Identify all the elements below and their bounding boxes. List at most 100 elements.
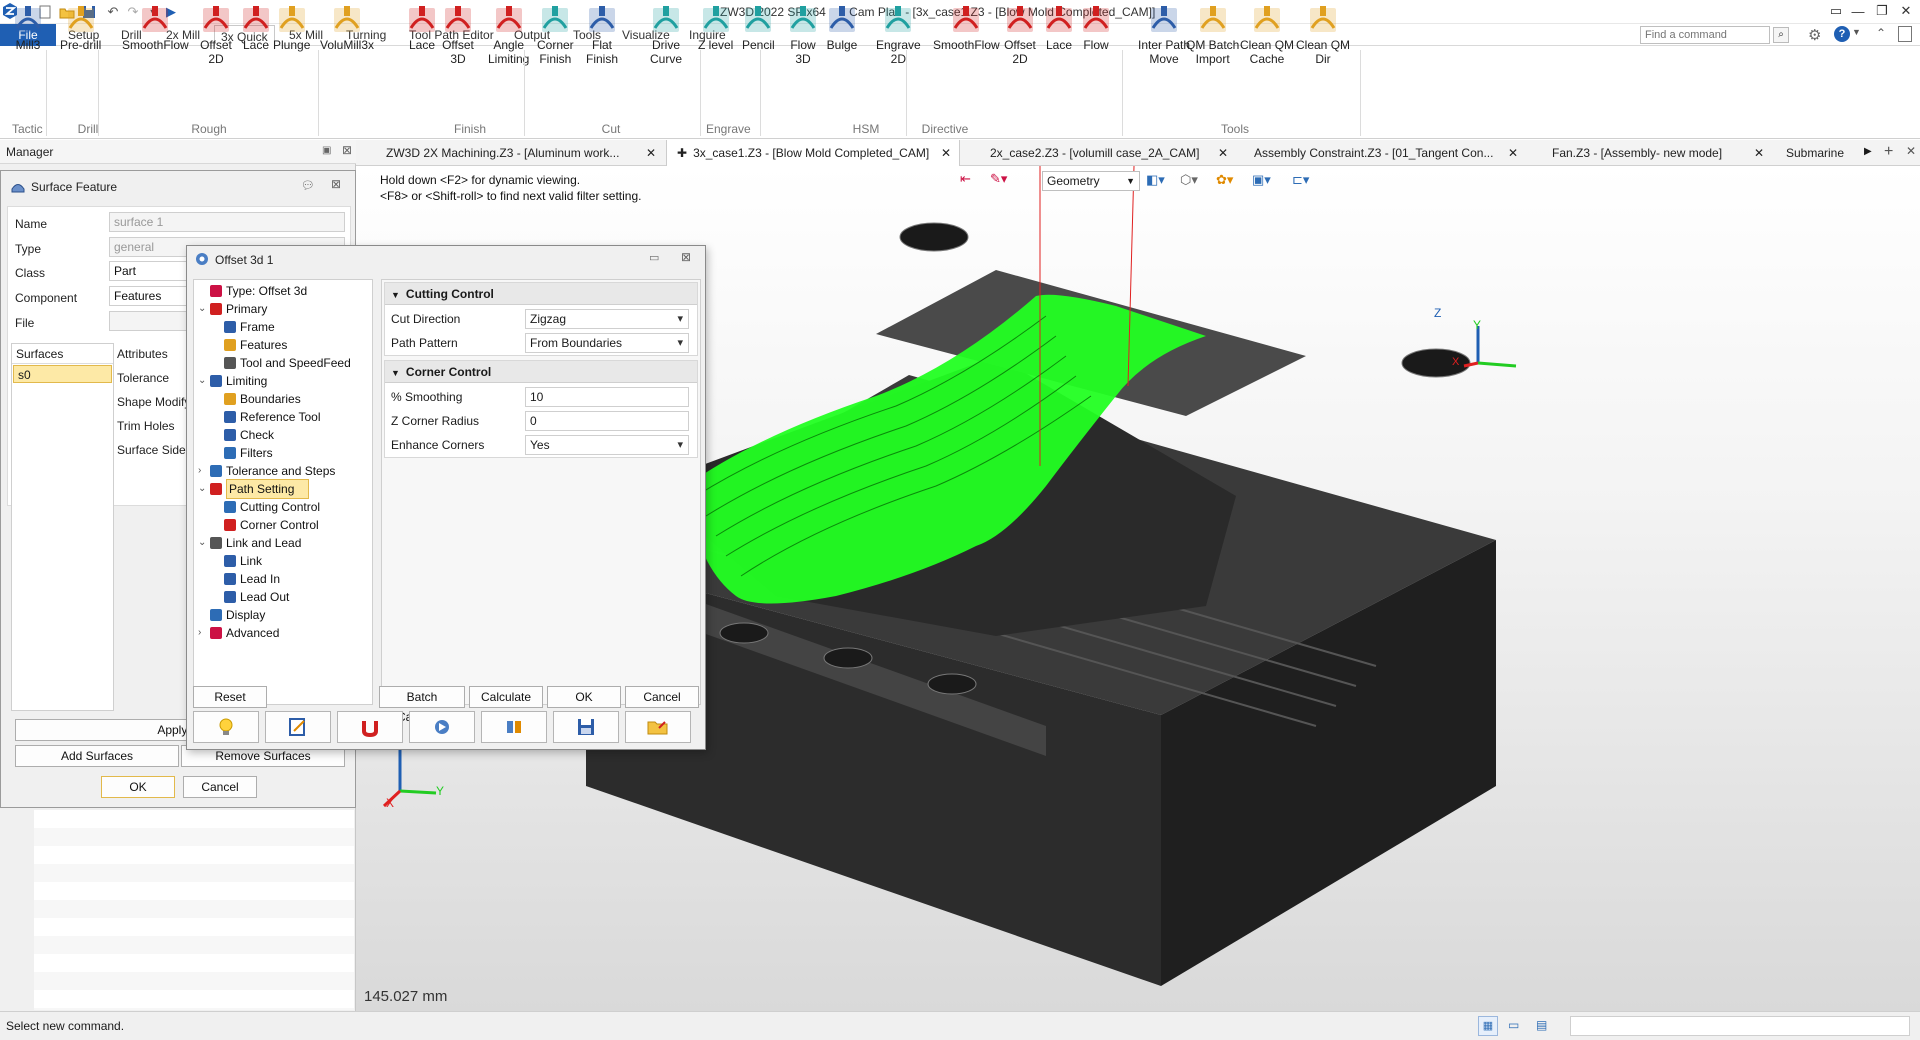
manager-close-icon[interactable]: ⊠ xyxy=(342,143,352,157)
tree-item[interactable]: Frame xyxy=(194,318,372,336)
dialog-close-icon[interactable]: ⊠ xyxy=(681,250,691,264)
ribbon-button-offset2d[interactable]: Offset 2D xyxy=(200,4,232,66)
screen-icon[interactable]: ▭ xyxy=(1508,1018,1519,1032)
ribbon-button-offset3d[interactable]: Offset 3D xyxy=(442,4,474,66)
tab-close-icon[interactable]: ✕ xyxy=(941,140,951,166)
ok-button[interactable]: OK xyxy=(547,686,621,708)
tabs-scroll-right-icon[interactable]: ▶ xyxy=(1864,146,1872,157)
filter-select[interactable]: Geometry ▼ xyxy=(1042,171,1140,191)
expand-right-icon[interactable]: › xyxy=(198,462,210,480)
expand-right-icon[interactable]: › xyxy=(198,624,210,642)
search-icon[interactable]: ⌕ xyxy=(1773,27,1789,43)
comment-icon[interactable]: 💬︎ xyxy=(301,179,315,192)
expand-down-icon[interactable]: ⌄ xyxy=(198,372,210,390)
tree-item[interactable]: Link xyxy=(194,552,372,570)
surface-cancel-button[interactable]: Cancel xyxy=(183,776,257,798)
path-pattern-select[interactable]: From Boundaries xyxy=(525,333,689,353)
ribbon-button-flow3d[interactable]: Flow 3D xyxy=(787,4,819,66)
surface-item-s0[interactable]: s0 xyxy=(13,365,112,383)
simulate-icon[interactable] xyxy=(409,711,475,743)
add-surfaces-button[interactable]: Add Surfaces xyxy=(15,745,179,767)
close-icon[interactable]: ✕ xyxy=(1896,0,1916,22)
tree-item[interactable]: ⌄ Path Setting xyxy=(194,479,372,499)
batch-calculate-button[interactable]: Batch Calculate xyxy=(379,686,465,724)
section-icon[interactable]: ⊏▾ xyxy=(1292,172,1309,188)
tree-item[interactable]: Type: Offset 3d xyxy=(194,282,372,300)
smoothing-input[interactable]: 10 xyxy=(525,387,689,407)
tree-item[interactable]: Check xyxy=(194,426,372,444)
ribbon-button-predrill[interactable]: Pre-drill xyxy=(60,4,101,52)
ribbon-button-offset2d[interactable]: Offset 2D xyxy=(1004,4,1036,66)
display-icon[interactable]: ▣▾ xyxy=(1252,172,1271,188)
tree-item[interactable]: ⌄ Primary xyxy=(194,300,372,318)
ribbon-button-qm-batch[interactable]: QM Batch Import xyxy=(1186,4,1239,66)
attr-trim-holes[interactable]: Trim Holes xyxy=(117,419,175,433)
ribbon-button-clean-cache[interactable]: Clean QM Cache xyxy=(1240,4,1294,66)
tab-close-icon[interactable]: ✕ xyxy=(1754,140,1764,166)
help-icon[interactable]: ? xyxy=(1834,26,1850,42)
expand-down-icon[interactable]: ⌄ xyxy=(198,534,210,552)
ribbon-button-corner-finish[interactable]: Corner Finish xyxy=(537,4,574,66)
folder-icon[interactable] xyxy=(625,711,691,743)
cancel-button[interactable]: Cancel xyxy=(625,686,699,708)
ribbon-button-volumill[interactable]: VoluMill3x xyxy=(320,4,374,52)
maximize-icon[interactable]: ❐ xyxy=(1872,0,1892,22)
ribbon-button-flow[interactable]: Flow xyxy=(1080,4,1112,52)
enhance-corners-select[interactable]: Yes xyxy=(525,435,689,455)
tree-item[interactable]: Lead In xyxy=(194,570,372,588)
verify-icon[interactable] xyxy=(481,711,547,743)
tree-item[interactable]: ⌄ Link and Lead xyxy=(194,534,372,552)
ribbon-button-lace[interactable]: Lace xyxy=(240,4,272,52)
tree-item[interactable]: › Advanced xyxy=(194,624,372,642)
ribbon-button-inter-path[interactable]: Inter Path Move xyxy=(1138,4,1190,66)
surface-ok-button[interactable]: OK xyxy=(101,776,175,798)
exit-view-icon[interactable]: ⇤ xyxy=(960,171,971,187)
grid-toggle-icon[interactable]: ▦ xyxy=(1478,1016,1498,1036)
pick-filter-icon[interactable]: ✎▾ xyxy=(990,171,1007,187)
tree-item[interactable]: Features xyxy=(194,336,372,354)
attr-shape-modify[interactable]: Shape Modify xyxy=(117,395,190,409)
settings-gear-icon[interactable]: ⚙ xyxy=(1808,26,1821,44)
cutting-control-header[interactable]: ▼ Cutting Control xyxy=(385,283,697,305)
tab-close-icon[interactable]: ✕ xyxy=(1218,140,1228,166)
undo-icon[interactable]: ↶ xyxy=(104,3,122,21)
ribbon-button-plunge[interactable]: Plunge xyxy=(273,4,310,52)
tree-item[interactable]: Boundaries xyxy=(194,390,372,408)
bulb-icon[interactable] xyxy=(193,711,259,743)
tree-item[interactable]: Cutting Control xyxy=(194,498,372,516)
tree-item[interactable]: Filters xyxy=(194,444,372,462)
doc-tab-2x-machining[interactable]: ZW3D 2X Machining.Z3 - [Aluminum work...… xyxy=(376,140,666,166)
tree-item[interactable]: Tool and SpeedFeed xyxy=(194,354,372,372)
cut-direction-select[interactable]: Zigzag xyxy=(525,309,689,329)
doc-tab-fan[interactable]: Fan.Z3 - [Assembly- new mode] ✕ xyxy=(1542,140,1772,166)
attr-surface-side[interactable]: Surface Side xyxy=(117,443,186,457)
ribbon-button-zlevel[interactable]: Z level xyxy=(698,4,733,52)
reset-button[interactable]: Reset xyxy=(193,686,267,708)
help-dropdown-icon[interactable]: ▼ xyxy=(1852,27,1861,37)
render-icon[interactable]: ✿▾ xyxy=(1216,172,1233,188)
ribbon-button-pencil[interactable]: Pencil xyxy=(742,4,775,52)
wireframe-icon[interactable]: ⬡▾ xyxy=(1180,172,1198,188)
ribbon-button-drive-curve[interactable]: Drive Curve xyxy=(650,4,682,66)
tree-item[interactable]: Corner Control xyxy=(194,516,372,534)
tree-item[interactable]: ⌄ Limiting xyxy=(194,372,372,390)
view-icon[interactable] xyxy=(1898,26,1912,42)
doc-tab-assembly-constraint[interactable]: Assembly Constraint.Z3 - [01_Tangent Con… xyxy=(1244,140,1524,166)
status-input[interactable] xyxy=(1570,1016,1910,1036)
tree-item[interactable]: Lead Out xyxy=(194,588,372,606)
view-cube-icon[interactable]: ◧▾ xyxy=(1146,172,1165,188)
ribbon-button-lace[interactable]: Lace xyxy=(1043,4,1075,52)
ribbon-button-smoothflow[interactable]: SmoothFlow xyxy=(933,4,1000,52)
calculate-button[interactable]: Calculate xyxy=(469,686,543,708)
layout-icon[interactable]: ▤ xyxy=(1536,1018,1547,1032)
edit-icon[interactable] xyxy=(265,711,331,743)
expand-down-icon[interactable]: ⌄ xyxy=(198,480,210,498)
doc-tab-2x-case2[interactable]: 2x_case2.Z3 - [volumill case_2A_CAM] ✕ xyxy=(980,140,1236,166)
minimize-icon[interactable]: — xyxy=(1848,0,1868,22)
tree-item[interactable]: › Tolerance and Steps xyxy=(194,462,372,480)
tab-pin-icon[interactable]: ✚ xyxy=(677,146,687,160)
tree-item[interactable]: Display xyxy=(194,606,372,624)
ribbon-button-flat-finish[interactable]: Flat Finish xyxy=(586,4,618,66)
tab-close-icon[interactable]: ✕ xyxy=(1508,140,1518,166)
corner-control-header[interactable]: ▼ Corner Control xyxy=(385,361,697,383)
